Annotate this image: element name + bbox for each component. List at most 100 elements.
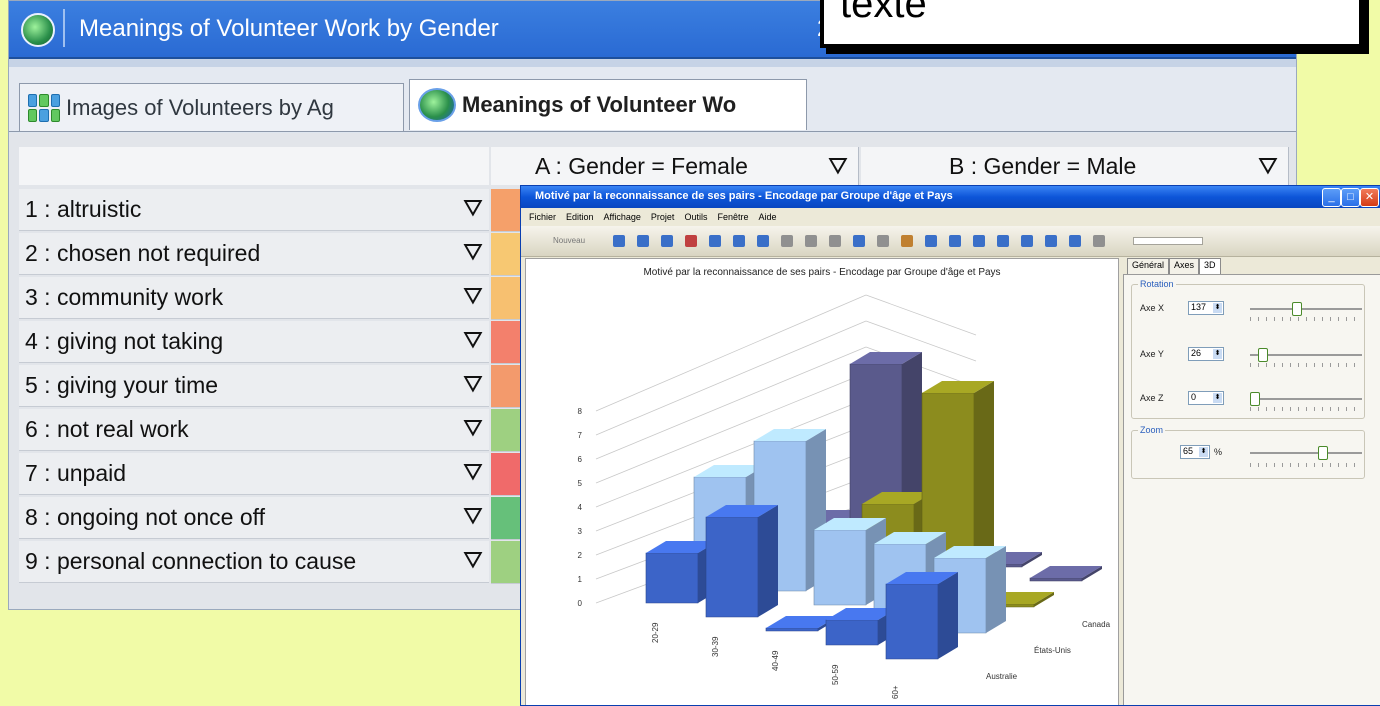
series-label: Canada — [1082, 620, 1111, 629]
filter-icon[interactable]: ⛛ — [463, 459, 483, 487]
chart-title: Motivé par la reconnaissance de ses pair… — [643, 267, 1001, 278]
filter-icon[interactable]: ⛛ — [463, 371, 483, 399]
axis-z-slider[interactable] — [1250, 392, 1362, 406]
toolbar-icon[interactable] — [829, 235, 841, 247]
y-tick-label: 3 — [578, 527, 583, 536]
minimize-button[interactable]: _ — [1322, 188, 1341, 207]
column-header-female[interactable]: A : Gender = Female ⛛ — [491, 147, 859, 185]
matrix-row[interactable]: 6 : not real work ⛛ — [19, 409, 489, 451]
toolbar-icon[interactable] — [733, 235, 745, 247]
filter-icon[interactable]: ⛛ — [463, 415, 483, 443]
menu-fichier[interactable]: Fichier — [529, 212, 556, 222]
tab-axes[interactable]: Axes — [1169, 258, 1200, 274]
toolbar-icon[interactable] — [757, 235, 769, 247]
toolbar-icon[interactable] — [997, 235, 1009, 247]
slider-thumb[interactable] — [1292, 302, 1302, 316]
axis-x-spinner[interactable]: 137 ⬍ — [1188, 301, 1224, 315]
matrix-row[interactable]: 2 : chosen not required ⛛ — [19, 233, 489, 275]
matrix-row[interactable]: 1 : altruistic ⛛ — [19, 189, 489, 231]
annotation-box: texte — [820, 0, 1363, 48]
filter-icon[interactable]: ⛛ — [463, 195, 483, 223]
toolbar-icon[interactable] — [661, 235, 673, 247]
zoom-unit: % — [1214, 447, 1223, 457]
menu-edition[interactable]: Edition — [566, 212, 594, 222]
gridline — [865, 294, 977, 336]
tab-3d[interactable]: 3D — [1199, 258, 1221, 274]
bar-side — [938, 572, 958, 659]
filter-icon[interactable]: ⛛ — [1258, 153, 1278, 181]
toolbar-icon[interactable] — [1045, 235, 1057, 247]
toolbar-icon[interactable] — [685, 235, 697, 247]
toolbar-icon[interactable] — [1021, 235, 1033, 247]
bar — [813, 529, 867, 606]
toolbar-icon[interactable] — [901, 235, 913, 247]
axis-y-slider[interactable] — [1250, 348, 1362, 362]
toolbar-icon[interactable] — [973, 235, 985, 247]
zoom-spinner[interactable]: 65 ⬍ — [1180, 445, 1210, 459]
x-tick-label: 50-59 — [831, 664, 840, 685]
row-label: 7 : unpaid — [25, 460, 127, 486]
bar — [765, 627, 819, 632]
tab-meanings-of-volunteer-work[interactable]: Meanings of Volunteer Wo — [409, 79, 807, 130]
toolbar-icon[interactable] — [925, 235, 937, 247]
slider-thumb[interactable] — [1258, 348, 1268, 362]
toolbar-icon[interactable] — [805, 235, 817, 247]
x-tick-label: 30-39 — [711, 636, 720, 657]
titlebar-strip — [9, 59, 1296, 67]
menu-aide[interactable]: Aide — [758, 212, 776, 222]
new-button[interactable]: Nouveau — [553, 236, 585, 245]
slider-ticks — [1250, 317, 1362, 321]
gridline — [595, 320, 867, 436]
annotation-text: texte — [840, 0, 927, 26]
axis-z-label: Axe Z — [1140, 393, 1164, 403]
matrix-row[interactable]: 7 : unpaid ⛛ — [19, 453, 489, 495]
filter-icon[interactable]: ⛛ — [463, 547, 483, 575]
axis-x-slider[interactable] — [1250, 302, 1362, 316]
axis-y-spinner[interactable]: 26 ⬍ — [1188, 347, 1224, 361]
filter-icon[interactable]: ⛛ — [828, 153, 848, 181]
matrix-row[interactable]: 5 : giving your time ⛛ — [19, 365, 489, 407]
filter-icon[interactable]: ⛛ — [463, 283, 483, 311]
series-label: États-Unis — [1034, 646, 1071, 655]
zoom-slider[interactable] — [1250, 446, 1362, 460]
toolbar-icon[interactable] — [1093, 235, 1105, 247]
toolbar-icon[interactable] — [637, 235, 649, 247]
toolbar-icon[interactable] — [709, 235, 721, 247]
filter-icon[interactable]: ⛛ — [463, 327, 483, 355]
toolbar: Nouveau — [521, 226, 1380, 257]
matrix-row[interactable]: 4 : giving not taking ⛛ — [19, 321, 489, 363]
toolbar-icon[interactable] — [877, 235, 889, 247]
close-button[interactable]: ✕ — [1360, 188, 1379, 207]
toolbar-icon[interactable] — [1069, 235, 1081, 247]
tab-general[interactable]: Général — [1127, 258, 1170, 274]
slider-thumb[interactable] — [1250, 392, 1260, 406]
matrix-row[interactable]: 9 : personal connection to cause ⛛ — [19, 541, 489, 583]
matrix-row[interactable]: 3 : community work ⛛ — [19, 277, 489, 319]
nvivo-globe-icon — [21, 13, 55, 47]
axis-x-label: Axe X — [1140, 303, 1165, 313]
rotation-legend: Rotation — [1140, 279, 1174, 289]
toolbar-icon[interactable] — [949, 235, 961, 247]
maximize-button[interactable]: □ — [1341, 188, 1360, 207]
column-header-male[interactable]: B : Gender = Male ⛛ — [861, 147, 1289, 185]
titlebar-separator — [63, 9, 65, 47]
row-label: 6 : not real work — [25, 416, 189, 442]
tab-images-of-volunteers[interactable]: Images of Volunteers by Ag — [19, 83, 404, 131]
tab-label: Meanings of Volunteer Wo — [462, 92, 737, 117]
slider-ticks — [1250, 407, 1362, 411]
menu-affichage[interactable]: Affichage — [604, 212, 641, 222]
matrix-row[interactable]: 8 : ongoing not once off ⛛ — [19, 497, 489, 539]
axis-z-spinner[interactable]: 0 ⬍ — [1188, 391, 1224, 405]
filter-icon[interactable]: ⛛ — [463, 239, 483, 267]
toolbar-icon[interactable] — [781, 235, 793, 247]
menu-outils[interactable]: Outils — [684, 212, 707, 222]
filter-icon[interactable]: ⛛ — [463, 503, 483, 531]
slider-thumb[interactable] — [1318, 446, 1328, 460]
toolbar-icon[interactable] — [613, 235, 625, 247]
toolbar-zoom-slider[interactable] — [1133, 237, 1203, 245]
rotation-group: Rotation Axe X 137 ⬍ Axe Y 26 ⬍ Axe Z 0 ⬍ — [1131, 279, 1365, 419]
menu-projet[interactable]: Projet — [651, 212, 675, 222]
toolbar-icon[interactable] — [853, 235, 865, 247]
chart-properties-panel: Général Axes 3D Rotation Axe X 137 ⬍ Axe … — [1121, 258, 1380, 705]
menu-fenetre[interactable]: Fenêtre — [717, 212, 748, 222]
